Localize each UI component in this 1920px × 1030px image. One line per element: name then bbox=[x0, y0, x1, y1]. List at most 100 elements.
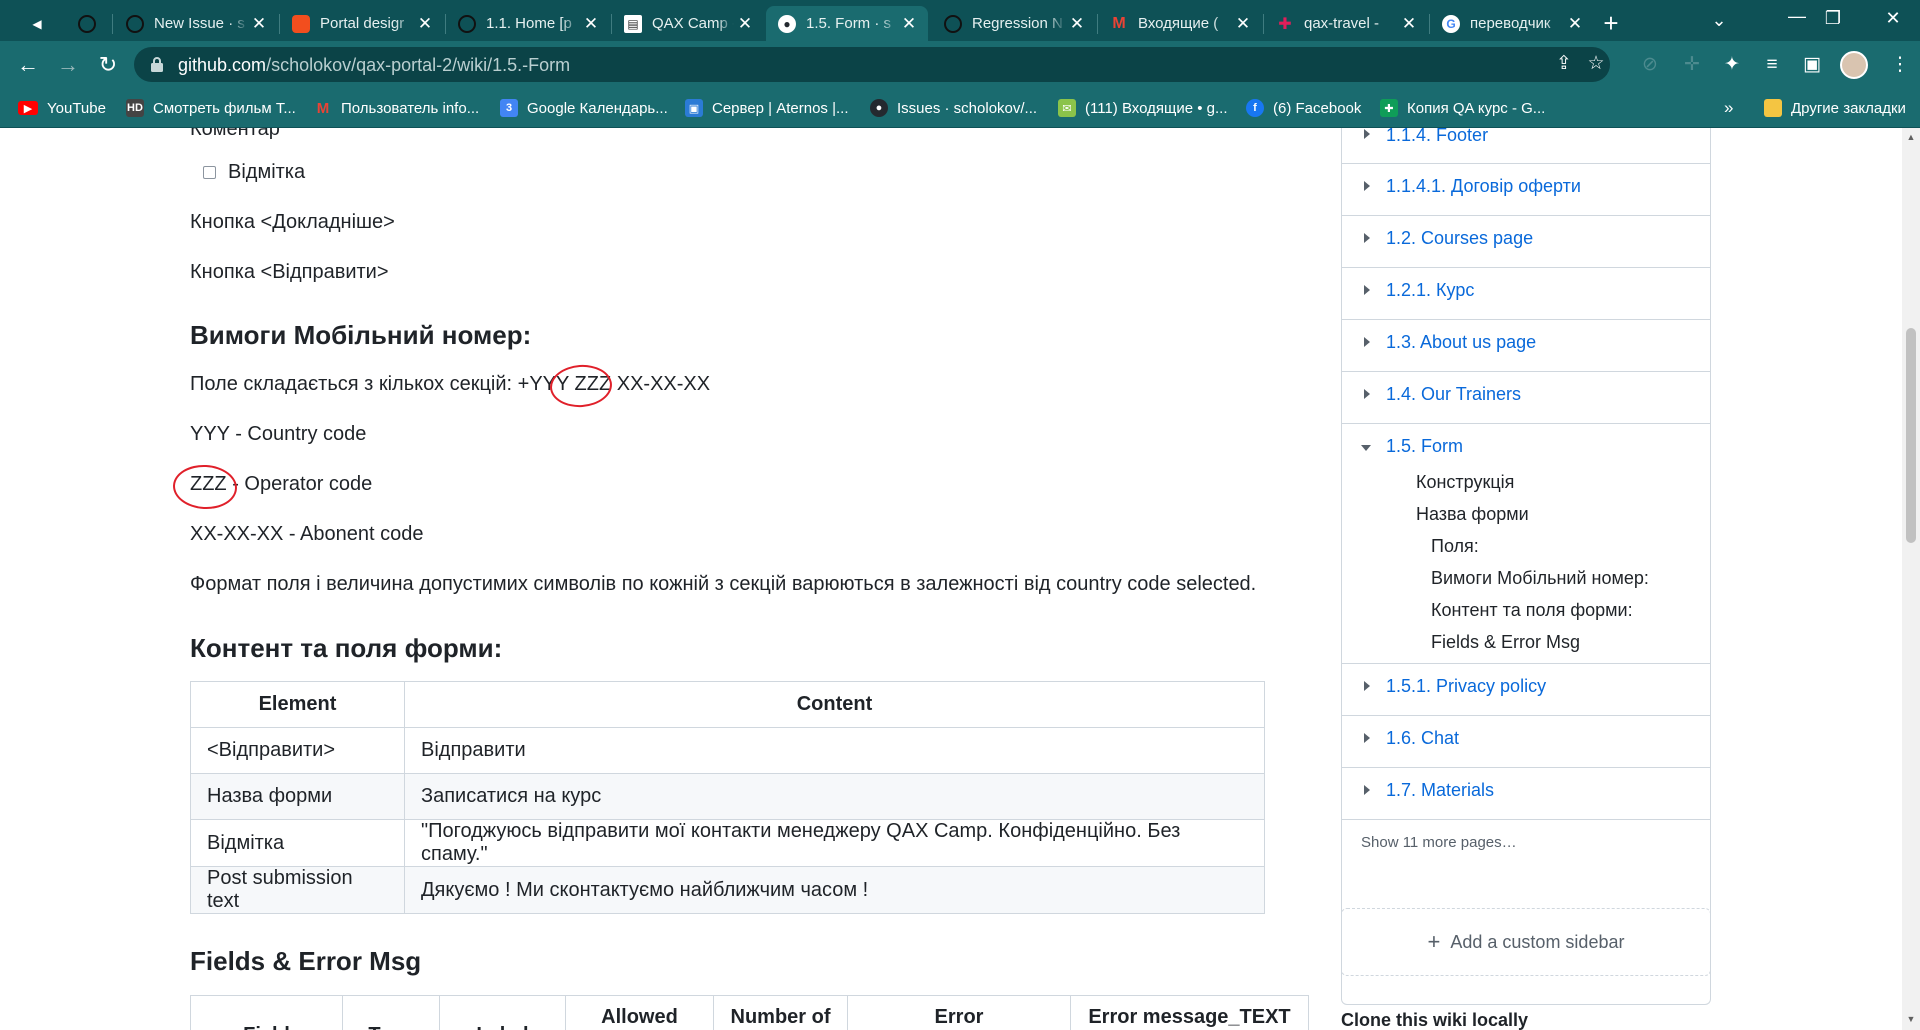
heading-content: Контент та поля форми: bbox=[190, 633, 503, 663]
tab[interactable]: ▤ QAX Camp - ✕ bbox=[612, 6, 764, 41]
github-icon: ● bbox=[870, 99, 888, 117]
table-header: Content bbox=[404, 681, 1265, 728]
close-icon[interactable]: ✕ bbox=[898, 14, 920, 34]
sidebar-subitem[interactable]: Конструкція bbox=[1416, 472, 1514, 493]
clone-wiki-heading: Clone this wiki locally bbox=[1341, 1010, 1529, 1030]
scrollbar-thumb[interactable] bbox=[1906, 328, 1916, 543]
sidebar-item[interactable]: 1.6. Chat bbox=[1342, 716, 1710, 768]
bookmark-film[interactable]: HD Смотреть фильм Т... bbox=[126, 97, 296, 119]
sidebar-item[interactable]: 1.2.1. Курс bbox=[1342, 268, 1710, 320]
close-icon[interactable]: ✕ bbox=[1066, 14, 1088, 34]
bookmark-issues[interactable]: ● Issues · scholokov/... bbox=[870, 97, 1037, 119]
sidebar-item[interactable]: 1.7. Materials bbox=[1342, 768, 1710, 820]
close-icon[interactable]: ✕ bbox=[580, 14, 602, 34]
sidebar-subitem[interactable]: Fields & Error Msg bbox=[1431, 632, 1580, 653]
forward-icon[interactable]: → bbox=[54, 51, 82, 79]
bookmark-gmail-user[interactable]: M Пользователь info... bbox=[314, 97, 479, 119]
sidebar-item[interactable]: 1.1.4. Footer bbox=[1342, 128, 1710, 164]
caret-right-icon[interactable] bbox=[1364, 733, 1370, 743]
address-bar[interactable]: github.com/scholokov/qax-portal-2/wiki/1… bbox=[134, 47, 1610, 82]
scroll-down-icon[interactable]: ▼ bbox=[1906, 1014, 1916, 1024]
table-header: Error bbox=[847, 995, 1071, 1030]
close-icon[interactable]: ✕ bbox=[1398, 14, 1420, 34]
gmail-icon: M bbox=[1112, 14, 1126, 32]
side-panel-icon[interactable]: ▣ bbox=[1800, 53, 1824, 77]
url-text: github.com/scholokov/qax-portal-2/wiki/1… bbox=[178, 55, 571, 75]
caret-right-icon[interactable] bbox=[1364, 337, 1370, 347]
caret-right-icon[interactable] bbox=[1364, 181, 1370, 191]
sidebar-subitem[interactable]: Поля: bbox=[1431, 536, 1479, 557]
extension-disabled-icon[interactable]: ⊘ bbox=[1638, 53, 1662, 77]
tab-active[interactable]: ● 1.5. Form · s ✕ bbox=[766, 6, 928, 41]
media-control-icon[interactable]: ≡ bbox=[1760, 53, 1784, 77]
extensions-puzzle-icon[interactable]: ✦ bbox=[1720, 53, 1744, 77]
tab-search-icon[interactable]: ⌄ bbox=[1696, 10, 1742, 31]
sidebar-subitem[interactable]: Контент та поля форми: bbox=[1431, 600, 1633, 621]
reload-icon[interactable]: ↻ bbox=[94, 51, 122, 79]
tab-strip: ◀︎ New Issue · s ✕ Portal desigr ✕ 1.1. … bbox=[0, 0, 1920, 41]
add-custom-sidebar-button[interactable]: + Add a custom sidebar bbox=[1341, 908, 1711, 976]
back-icon[interactable]: ← bbox=[14, 51, 42, 79]
tab[interactable] bbox=[66, 6, 116, 41]
caret-down-icon[interactable] bbox=[1361, 445, 1371, 451]
sidebar-item[interactable]: 1.3. About us page bbox=[1342, 320, 1710, 372]
extension-crosshair-icon[interactable]: ✛ bbox=[1680, 53, 1704, 77]
table-header: Element bbox=[190, 681, 405, 728]
bookmark-calendar[interactable]: 3 Google Календарь... bbox=[500, 97, 668, 119]
sheets-icon: ✚ bbox=[1380, 99, 1398, 117]
caret-right-icon[interactable] bbox=[1364, 233, 1370, 243]
sidebar-item[interactable]: 1.2. Courses page bbox=[1342, 216, 1710, 268]
checkbox[interactable] bbox=[203, 166, 216, 179]
tab[interactable]: M Входящие ( ✕ bbox=[1098, 6, 1262, 41]
sidebar-item[interactable]: 1.5.1. Privacy policy bbox=[1342, 664, 1710, 716]
bookmark-facebook[interactable]: f (6) Facebook bbox=[1246, 97, 1361, 119]
bookmark-aternos[interactable]: ▣ Сервер | Aternos |... bbox=[685, 97, 849, 119]
bookmark-star-icon[interactable]: ☆ bbox=[1584, 52, 1608, 76]
bookmark-qa-course[interactable]: ✚ Копия QA курс - G... bbox=[1380, 97, 1545, 119]
page-scrollbar[interactable]: ▲ ▼ bbox=[1902, 128, 1920, 1030]
close-icon[interactable]: ✕ bbox=[734, 14, 756, 34]
caret-right-icon[interactable] bbox=[1364, 681, 1370, 691]
page-icon: ▤ bbox=[624, 14, 642, 33]
sidebar-item[interactable]: 1.4. Our Trainers bbox=[1342, 372, 1710, 424]
wiki-page: Коментар Відмітка Кнопка <Докладніше> Кн… bbox=[0, 128, 1902, 1030]
tab[interactable]: G переводчик ✕ bbox=[1430, 6, 1594, 41]
show-more-pages-link[interactable]: Show 11 more pages… bbox=[1361, 834, 1517, 851]
profile-avatar[interactable] bbox=[1840, 51, 1868, 79]
xx-desc: XX-XX-XX - Abonent code bbox=[190, 523, 424, 545]
close-icon[interactable]: ✕ bbox=[414, 14, 436, 34]
bookmark-other-folder[interactable]: Другие закладки bbox=[1764, 97, 1906, 119]
tab[interactable]: 1.1. Home [p ✕ bbox=[446, 6, 610, 41]
table-cell: Записатися на курс bbox=[404, 773, 1265, 820]
menu-dots-icon[interactable]: ⋮ bbox=[1888, 53, 1912, 77]
tab[interactable]: Regression N ✕ bbox=[932, 6, 1096, 41]
caret-right-icon[interactable] bbox=[1364, 129, 1370, 139]
annotation-circle bbox=[548, 362, 614, 410]
tab[interactable]: ◀︎ bbox=[16, 6, 60, 41]
sidebar-item-active[interactable]: 1.5. Form Конструкція Назва форми Поля: … bbox=[1342, 424, 1710, 664]
bookmark-youtube[interactable]: ▶ YouTube bbox=[18, 97, 106, 119]
tab[interactable]: New Issue · s ✕ bbox=[114, 6, 278, 41]
new-tab-button[interactable]: + bbox=[1588, 8, 1634, 39]
figma-icon bbox=[292, 14, 310, 33]
caret-right-icon[interactable] bbox=[1364, 389, 1370, 399]
bookmark-inbox[interactable]: ✉ (111) Входящие • g... bbox=[1058, 97, 1228, 119]
share-icon[interactable]: ⇪ bbox=[1552, 52, 1576, 76]
close-window-button[interactable]: ✕ bbox=[1870, 8, 1916, 29]
sidebar-item[interactable]: 1.1.4.1. Договір оферти bbox=[1342, 164, 1710, 216]
caret-right-icon[interactable] bbox=[1364, 785, 1370, 795]
bookmarks-bar: ▶ YouTube HD Смотреть фильм Т... M Пользова… bbox=[0, 88, 1920, 128]
caret-right-icon[interactable] bbox=[1364, 285, 1370, 295]
lock-icon bbox=[151, 57, 163, 72]
tab[interactable]: ✚ qax-travel - ✕ bbox=[1264, 6, 1428, 41]
scroll-up-icon[interactable]: ▲ bbox=[1906, 132, 1916, 142]
close-icon[interactable]: ✕ bbox=[1564, 14, 1586, 34]
tab[interactable]: Portal desigr ✕ bbox=[280, 6, 444, 41]
github-icon bbox=[78, 14, 96, 33]
bookmarks-overflow-button[interactable]: » bbox=[1724, 97, 1733, 119]
sidebar-subitem[interactable]: Назва форми bbox=[1416, 504, 1529, 525]
restore-button[interactable]: ❐ bbox=[1810, 8, 1856, 29]
close-icon[interactable]: ✕ bbox=[248, 14, 270, 34]
close-icon[interactable]: ✕ bbox=[1232, 14, 1254, 34]
sidebar-subitem[interactable]: Вимоги Мобільний номер: bbox=[1431, 568, 1649, 589]
